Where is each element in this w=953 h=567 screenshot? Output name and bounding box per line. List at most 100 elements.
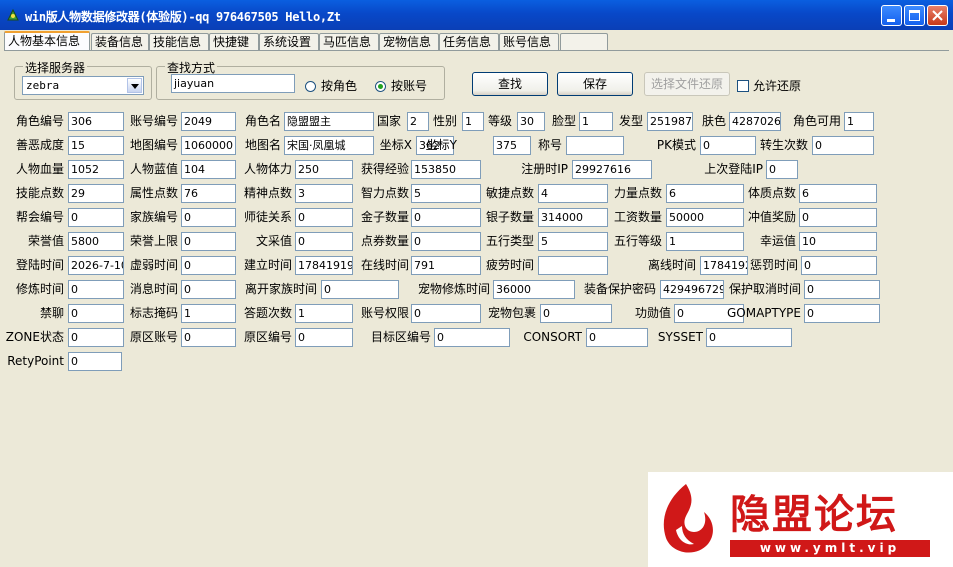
tab-system-settings[interactable]: 系统设置 [259,33,319,50]
minimize-button[interactable] [881,5,902,26]
field-input[interactable]: 0 [181,232,236,251]
field-input[interactable]: 0 [181,256,236,275]
field-input[interactable]: 0 [68,352,122,371]
field-input[interactable]: 153850 [411,160,481,179]
field-input[interactable]: 2 [407,112,429,131]
field-input[interactable]: 0 [68,280,124,299]
tab-quest-info[interactable]: 任务信息 [439,33,499,50]
field-input[interactable]: 1 [181,304,236,323]
close-button[interactable] [927,5,948,26]
field-input[interactable]: 0 [706,328,792,347]
field-input[interactable]: 4294967295 [660,280,724,299]
field-input[interactable]: 0 [799,208,877,227]
tab-pet-info[interactable]: 宠物信息 [379,33,439,50]
field-input[interactable]: 0 [411,232,481,251]
tab-account-info[interactable]: 账号信息 [499,33,559,50]
field-input[interactable]: 1 [295,304,353,323]
field-input[interactable]: 1060000 [181,136,236,155]
field-input[interactable]: 0 [295,208,353,227]
field-input[interactable]: 5 [411,184,481,203]
tab-empty[interactable] [560,33,608,50]
field-input[interactable]: 1052 [68,160,124,179]
field-input[interactable]: 29 [68,184,124,203]
tab-horse-info[interactable]: 马匹信息 [319,33,379,50]
field-input[interactable]: 10 [799,232,877,251]
field-input[interactable]: 306 [68,112,124,131]
field-input[interactable]: 50000 [666,208,744,227]
field-input[interactable]: 29927616 [572,160,652,179]
field-input[interactable]: 0 [540,304,612,323]
tab-basic-info[interactable]: 人物基本信息 [4,31,90,51]
field-label: 惩罚时间 [749,258,798,272]
field-label: 国家 [376,114,401,128]
field-input[interactable]: 宋国·凤凰城 [284,136,374,155]
radio-by-role[interactable]: 按角色 [305,77,357,94]
field-input[interactable]: 0 [434,328,510,347]
field-input[interactable]: 15 [68,136,124,155]
field-input[interactable]: 0 [411,304,481,323]
field-input[interactable]: 0 [68,304,124,323]
maximize-button[interactable] [904,5,925,26]
field-input[interactable]: 0 [68,208,124,227]
server-select[interactable]: zebra [22,76,144,95]
field-input[interactable]: 0 [801,256,877,275]
field-input[interactable]: 42870267 [729,112,781,131]
field-input[interactable]: 1 [462,112,484,131]
field-input[interactable]: 4 [538,184,608,203]
field-input[interactable]: 6 [799,184,877,203]
find-button[interactable]: 查找 [472,72,548,96]
field-input[interactable] [566,136,624,155]
field-input[interactable]: 314000 [538,208,608,227]
field-input[interactable]: 1784192941 [700,256,748,275]
field-label: 人物蓝值 [129,162,178,176]
flame-logo-icon [663,484,713,553]
field-input[interactable]: 2049 [181,112,236,131]
field-label: 角色可用 [792,114,841,128]
field-input[interactable]: 2026-7-10 [68,256,124,275]
field-label: 装备保护密码 [583,282,656,296]
field-input[interactable]: 6 [666,184,744,203]
tab-equipment[interactable]: 装备信息 [91,33,149,50]
field-input[interactable]: 76 [181,184,236,203]
field-input[interactable]: 0 [321,280,399,299]
field-input[interactable] [538,256,608,275]
field-input[interactable]: 791 [411,256,481,275]
restore-file-button[interactable]: 选择文件还原 [644,72,730,96]
field-input[interactable]: 1 [844,112,874,131]
field-input[interactable]: 0 [295,232,353,251]
field-input[interactable]: 0 [700,136,756,155]
save-button[interactable]: 保存 [557,72,633,96]
allow-restore-checkbox[interactable]: 允许还原 [737,77,801,94]
field-input[interactable]: 0 [804,280,880,299]
field-input[interactable]: 5 [538,232,608,251]
field-input[interactable]: 1 [579,112,613,131]
field-input[interactable]: 104 [181,160,236,179]
chevron-down-icon[interactable] [127,78,142,93]
tab-hotkeys[interactable]: 快捷键 [209,33,259,50]
field-input[interactable]: 0 [181,280,236,299]
field-input[interactable]: 30 [517,112,545,131]
field-input[interactable]: 0 [295,328,353,347]
field-input[interactable]: 0 [812,136,874,155]
field-input[interactable]: 0 [181,208,236,227]
field-input[interactable]: 隐盟盟主 [284,112,374,131]
field-input[interactable]: 1784191955 [295,256,353,275]
field-input[interactable]: 0 [804,304,880,323]
field-input[interactable]: 3 [295,184,353,203]
field-label: 保护取消时间 [728,282,801,296]
radio-by-account[interactable]: 按账号 [375,77,427,94]
field-input[interactable]: 0 [181,328,236,347]
field-input[interactable]: 0 [586,328,648,347]
query-input[interactable]: jiayuan [171,74,295,93]
title-bar[interactable]: win版人物数据修改器(体验版)-qq 976467505 Hello,Zt [0,0,953,30]
field-input[interactable]: 36000 [493,280,575,299]
field-input[interactable]: 5800 [68,232,124,251]
field-input[interactable]: 0 [411,208,481,227]
field-input[interactable]: 2519872 [647,112,693,131]
field-input[interactable]: 1 [666,232,744,251]
field-input[interactable]: 250 [295,160,353,179]
field-input[interactable]: 375 [493,136,531,155]
field-input[interactable]: 0 [766,160,798,179]
tab-skills[interactable]: 技能信息 [149,33,209,50]
field-input[interactable]: 0 [68,328,124,347]
